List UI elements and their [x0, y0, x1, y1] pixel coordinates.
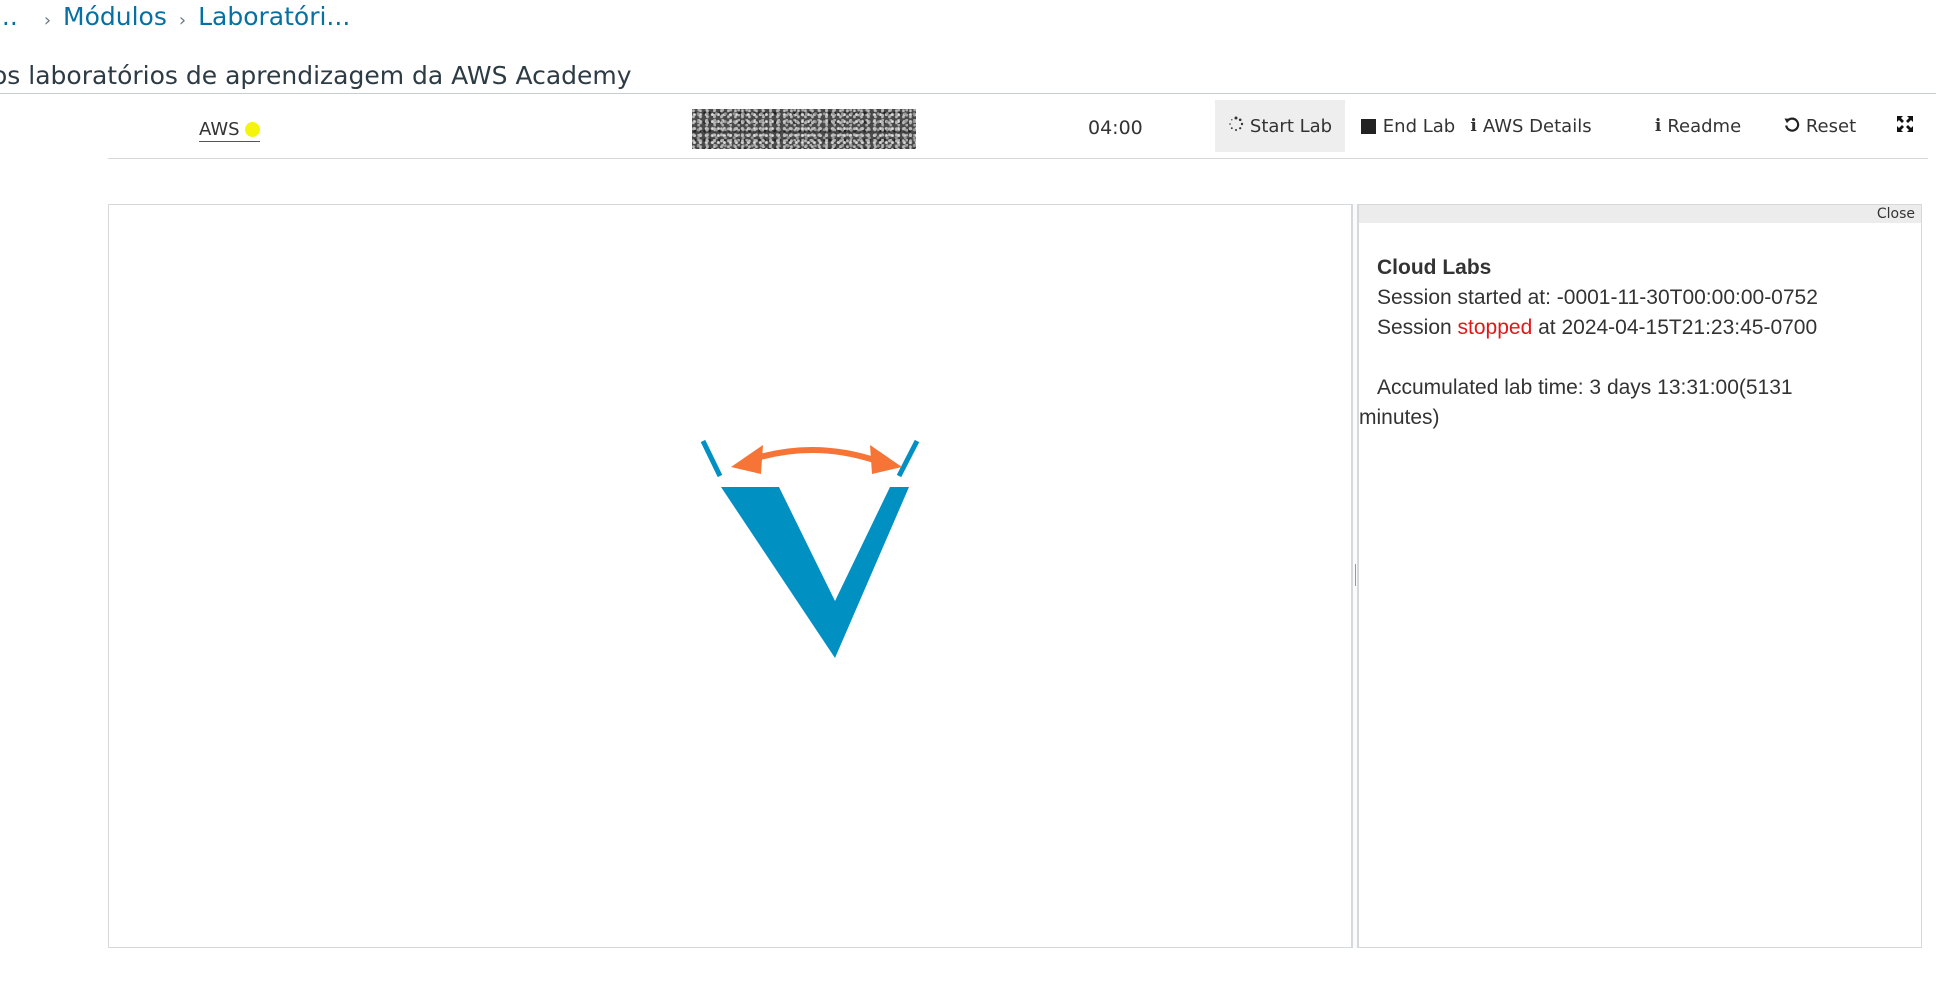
- session-started-value: -0001-11-30T00:00:00-0752: [1556, 286, 1818, 309]
- status-indicator-icon: [244, 121, 260, 137]
- readme-button[interactable]: i Readme: [1649, 100, 1747, 152]
- expand-icon: [1896, 115, 1914, 138]
- breadcrumb: r... › Módulos › Laboratóri...: [0, 0, 350, 32]
- aws-details-label: AWS Details: [1482, 115, 1592, 137]
- splitter-grip[interactable]: [1355, 564, 1356, 586]
- start-lab-button[interactable]: Start Lab: [1215, 100, 1345, 152]
- start-lab-label: Start Lab: [1249, 115, 1333, 137]
- accumulated-time-cont: minutes): [1359, 406, 1440, 429]
- breadcrumb-separator: ›: [43, 9, 52, 31]
- reset-icon: [1784, 116, 1800, 136]
- info-icon: i: [1654, 115, 1662, 136]
- info-icon: i: [1470, 115, 1477, 136]
- aws-label: AWS: [199, 118, 240, 140]
- divider: [108, 158, 1928, 159]
- session-started-label: Session started at:: [1377, 286, 1557, 309]
- session-label: Session: [1377, 316, 1458, 339]
- readme-label: Readme: [1667, 115, 1742, 137]
- accumulated-time: Accumulated lab time: 3 days 13:31:00(51…: [1377, 376, 1793, 399]
- session-info: Cloud Labs Session started at: -0001-11-…: [1359, 223, 1921, 433]
- session-state: stopped: [1457, 316, 1533, 339]
- session-started-line: Session started at: -0001-11-30T00:00:00…: [1359, 283, 1921, 313]
- info-panel-header: Close: [1359, 205, 1921, 223]
- reset-button[interactable]: Reset: [1775, 100, 1865, 152]
- obscured-token-image: [692, 109, 916, 149]
- breadcrumb-item-course[interactable]: r...: [0, 2, 18, 31]
- end-lab-label: End Lab: [1382, 115, 1456, 137]
- aws-details-button[interactable]: i AWS Details: [1470, 100, 1592, 152]
- lab-timer: 04:00: [1088, 117, 1143, 139]
- close-button[interactable]: Close: [1877, 206, 1915, 222]
- session-at: at 2024-04-15T21:23:45-0700: [1532, 316, 1818, 339]
- divider: [0, 93, 1936, 94]
- breadcrumb-item-modules[interactable]: Módulos: [63, 2, 167, 31]
- reset-label: Reset: [1805, 115, 1857, 137]
- lab-workspace[interactable]: [108, 204, 1352, 948]
- aws-console-link[interactable]: AWS: [199, 118, 260, 142]
- vocareum-logo-icon: [700, 439, 920, 658]
- breadcrumb-separator: ›: [178, 9, 187, 31]
- page: r... › Módulos › Laboratóri... os labora…: [0, 0, 1936, 991]
- end-lab-button[interactable]: End Lab: [1359, 100, 1457, 152]
- session-status-line: Session stopped at 2024-04-15T21:23:45-0…: [1359, 313, 1921, 343]
- fullscreen-button[interactable]: [1886, 100, 1924, 152]
- page-title: os laboratórios de aprendizagem da AWS A…: [0, 60, 632, 90]
- lab-toolbar: AWS 04:00 Start Lab End Lab i AWS Detail…: [108, 100, 1928, 157]
- session-info-panel: Close Cloud Labs Session started at: -00…: [1358, 204, 1922, 948]
- info-title: Cloud Labs: [1377, 256, 1492, 279]
- stop-icon: [1360, 118, 1376, 134]
- spinner-icon: [1228, 116, 1244, 136]
- breadcrumb-item-labs[interactable]: Laboratóri...: [198, 2, 350, 31]
